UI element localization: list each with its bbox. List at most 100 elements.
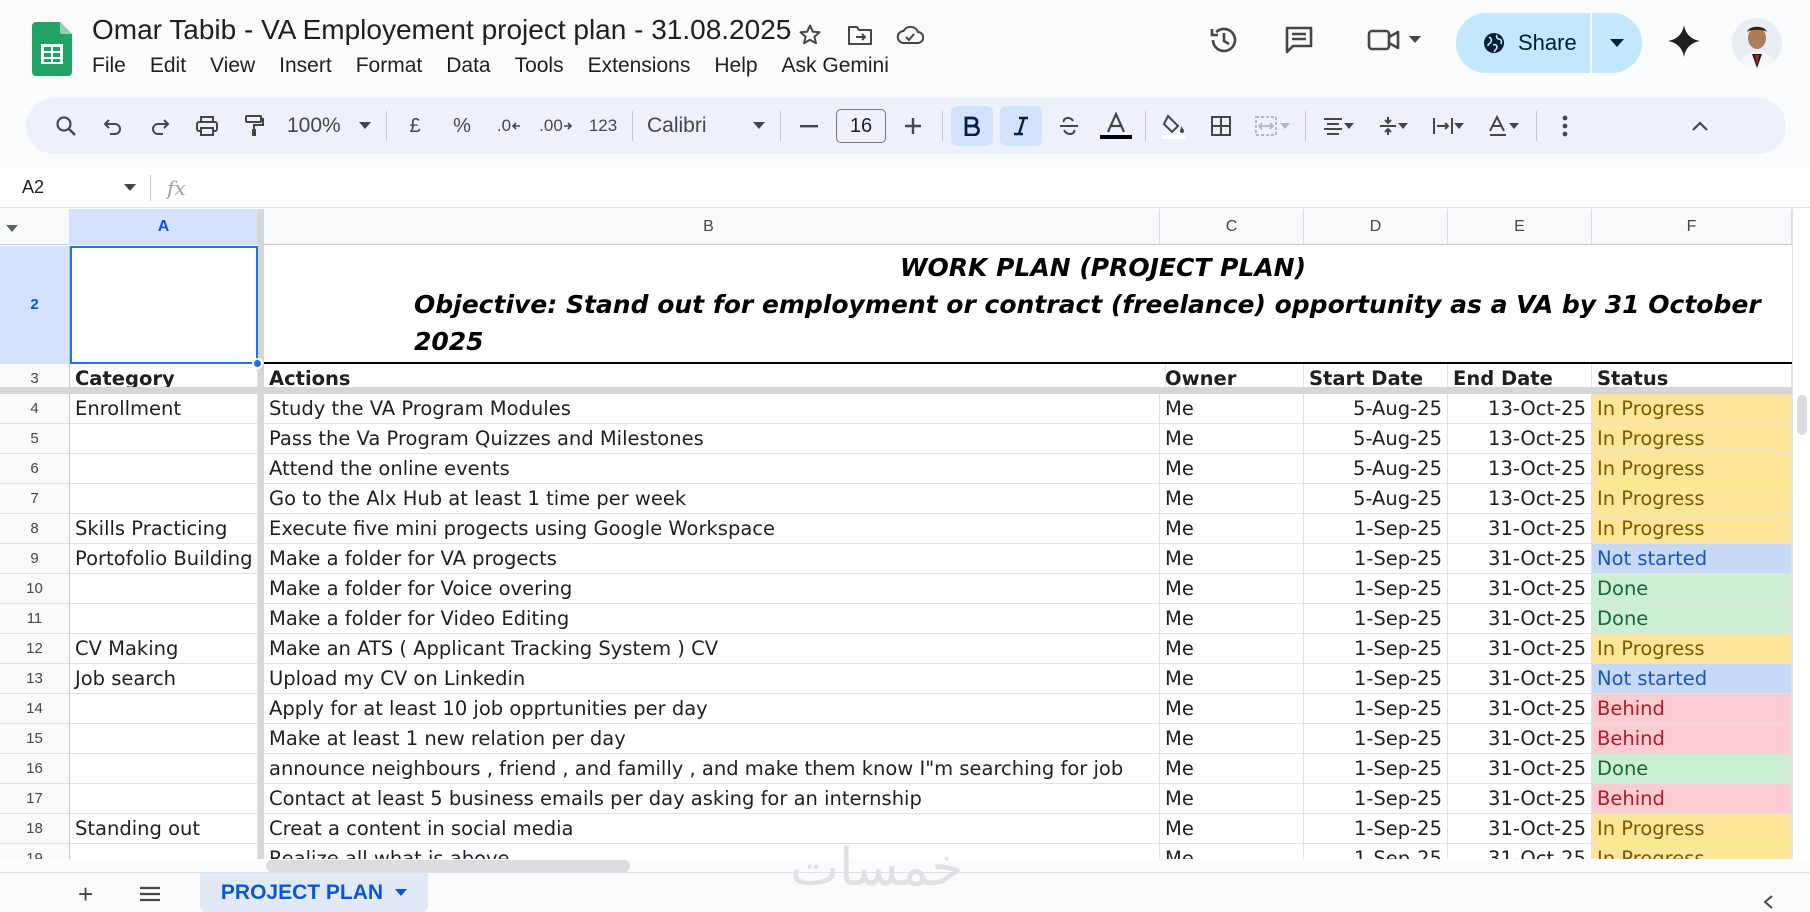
select-all-corner[interactable] (0, 209, 70, 245)
status-cell[interactable]: In Progress (1592, 514, 1792, 544)
menu-ask-gemini[interactable]: Ask Gemini (770, 52, 901, 80)
meet-icon[interactable] (1358, 18, 1430, 62)
name-box[interactable]: A2 (0, 168, 150, 208)
action-cell[interactable]: Realize all what is above (264, 844, 1160, 859)
borders-icon[interactable] (1201, 106, 1241, 146)
status-cell[interactable]: In Progress (1592, 484, 1792, 514)
status-cell[interactable]: In Progress (1592, 844, 1792, 859)
currency-format-button[interactable]: £ (395, 106, 435, 146)
redo-icon[interactable] (140, 106, 180, 146)
row-header[interactable]: 14 (0, 694, 70, 724)
active-cell-selection[interactable] (70, 246, 258, 364)
end-date-cell[interactable]: 13-Oct-25 (1448, 484, 1592, 514)
owner-cell[interactable]: Me (1160, 634, 1304, 664)
vertical-align-icon[interactable] (1369, 106, 1417, 146)
status-cell[interactable]: In Progress (1592, 814, 1792, 844)
chevron-left-icon[interactable] (1762, 894, 1774, 910)
owner-cell[interactable]: Me (1160, 784, 1304, 814)
italic-icon[interactable] (1000, 106, 1042, 146)
row-header[interactable]: 11 (0, 604, 70, 634)
plan-title-block[interactable]: WORK PLAN (PROJECT PLAN) Objective: Stan… (264, 246, 1792, 364)
row-header[interactable]: 6 (0, 454, 70, 484)
action-cell[interactable]: Pass the Va Program Quizzes and Mileston… (264, 424, 1160, 454)
fill-handle[interactable] (252, 358, 263, 369)
increase-decimal-button[interactable]: .00 (536, 106, 576, 146)
end-date-cell[interactable]: 13-Oct-25 (1448, 424, 1592, 454)
horizontal-align-icon[interactable] (1314, 106, 1362, 146)
column-header-b[interactable]: B (258, 209, 1160, 245)
account-avatar[interactable] (1732, 18, 1782, 68)
category-cell[interactable]: Standing out (70, 814, 258, 844)
version-history-icon[interactable] (1202, 18, 1246, 62)
row-header[interactable]: 13 (0, 664, 70, 694)
share-main-button[interactable]: Share (1456, 13, 1592, 73)
sheet-tab-project-plan[interactable]: PROJECT PLAN (200, 873, 428, 912)
frozen-column-divider[interactable] (258, 209, 264, 859)
column-header-c[interactable]: C (1160, 209, 1304, 245)
category-cell[interactable]: Job search (70, 664, 258, 694)
share-button[interactable]: Share (1456, 13, 1642, 73)
status-cell[interactable]: In Progress (1592, 454, 1792, 484)
more-formats-button[interactable]: 123 (583, 106, 623, 146)
category-cell[interactable]: Skills Practicing (70, 514, 258, 544)
horizontal-scroll-thumb[interactable] (266, 860, 630, 872)
category-cell[interactable]: Enrollment (70, 394, 258, 424)
action-cell[interactable]: Contact at least 5 business emails per d… (264, 784, 1160, 814)
collapse-toolbar-icon[interactable] (1680, 106, 1720, 146)
category-cell[interactable] (70, 424, 258, 454)
action-cell[interactable]: Make an ATS ( Applicant Tracking System … (264, 634, 1160, 664)
decrease-decimal-button[interactable]: .0 (489, 106, 529, 146)
category-cell[interactable] (70, 454, 258, 484)
text-rotation-icon[interactable] (1479, 106, 1527, 146)
start-date-cell[interactable]: 1-Sep-25 (1304, 784, 1448, 814)
status-cell[interactable]: Behind (1592, 724, 1792, 754)
comments-icon[interactable] (1277, 18, 1321, 62)
owner-cell[interactable]: Me (1160, 514, 1304, 544)
action-cell[interactable]: Attend the online events (264, 454, 1160, 484)
font-family-select[interactable]: Calibri (641, 106, 771, 146)
status-cell[interactable]: In Progress (1592, 424, 1792, 454)
category-cell[interactable] (70, 724, 258, 754)
category-cell[interactable]: CV Making (70, 634, 258, 664)
end-date-cell[interactable]: 31-Oct-25 (1448, 514, 1592, 544)
start-date-cell[interactable]: 1-Sep-25 (1304, 634, 1448, 664)
end-date-cell[interactable]: 31-Oct-25 (1448, 844, 1592, 859)
row-header[interactable]: 19 (0, 844, 70, 859)
move-folder-icon[interactable] (843, 18, 877, 52)
action-cell[interactable]: Go to the Alx Hub at least 1 time per we… (264, 484, 1160, 514)
end-date-cell[interactable]: 31-Oct-25 (1448, 664, 1592, 694)
status-cell[interactable]: Not started (1592, 544, 1792, 574)
document-title[interactable]: Omar Tabib - VA Employement project plan… (92, 14, 791, 46)
owner-cell[interactable]: Me (1160, 694, 1304, 724)
category-cell[interactable] (70, 844, 258, 859)
status-cell[interactable]: Done (1592, 754, 1792, 784)
text-color-icon[interactable] (1096, 106, 1136, 146)
owner-cell[interactable]: Me (1160, 394, 1304, 424)
sheets-logo-icon[interactable] (32, 22, 72, 76)
menu-format[interactable]: Format (344, 52, 435, 80)
percent-format-button[interactable]: % (442, 106, 482, 146)
merge-cells-icon[interactable] (1248, 106, 1296, 146)
owner-cell[interactable]: Me (1160, 664, 1304, 694)
status-cell[interactable]: Not started (1592, 664, 1792, 694)
start-date-cell[interactable]: 1-Sep-25 (1304, 724, 1448, 754)
end-date-cell[interactable]: 13-Oct-25 (1448, 394, 1592, 424)
start-date-cell[interactable]: 5-Aug-25 (1304, 394, 1448, 424)
menu-insert[interactable]: Insert (267, 52, 344, 80)
category-cell[interactable] (70, 754, 258, 784)
category-cell[interactable] (70, 574, 258, 604)
end-date-cell[interactable]: 31-Oct-25 (1448, 814, 1592, 844)
frozen-row-divider[interactable] (0, 387, 1792, 394)
start-date-cell[interactable]: 1-Sep-25 (1304, 694, 1448, 724)
end-date-cell[interactable]: 31-Oct-25 (1448, 544, 1592, 574)
end-date-cell[interactable]: 31-Oct-25 (1448, 604, 1592, 634)
category-cell[interactable] (70, 784, 258, 814)
category-cell[interactable] (70, 484, 258, 514)
fill-color-icon[interactable] (1154, 106, 1194, 146)
start-date-cell[interactable]: 5-Aug-25 (1304, 454, 1448, 484)
start-date-cell[interactable]: 5-Aug-25 (1304, 484, 1448, 514)
owner-cell[interactable]: Me (1160, 484, 1304, 514)
column-header-e[interactable]: E (1448, 209, 1592, 245)
owner-cell[interactable]: Me (1160, 454, 1304, 484)
end-date-cell[interactable]: 13-Oct-25 (1448, 454, 1592, 484)
